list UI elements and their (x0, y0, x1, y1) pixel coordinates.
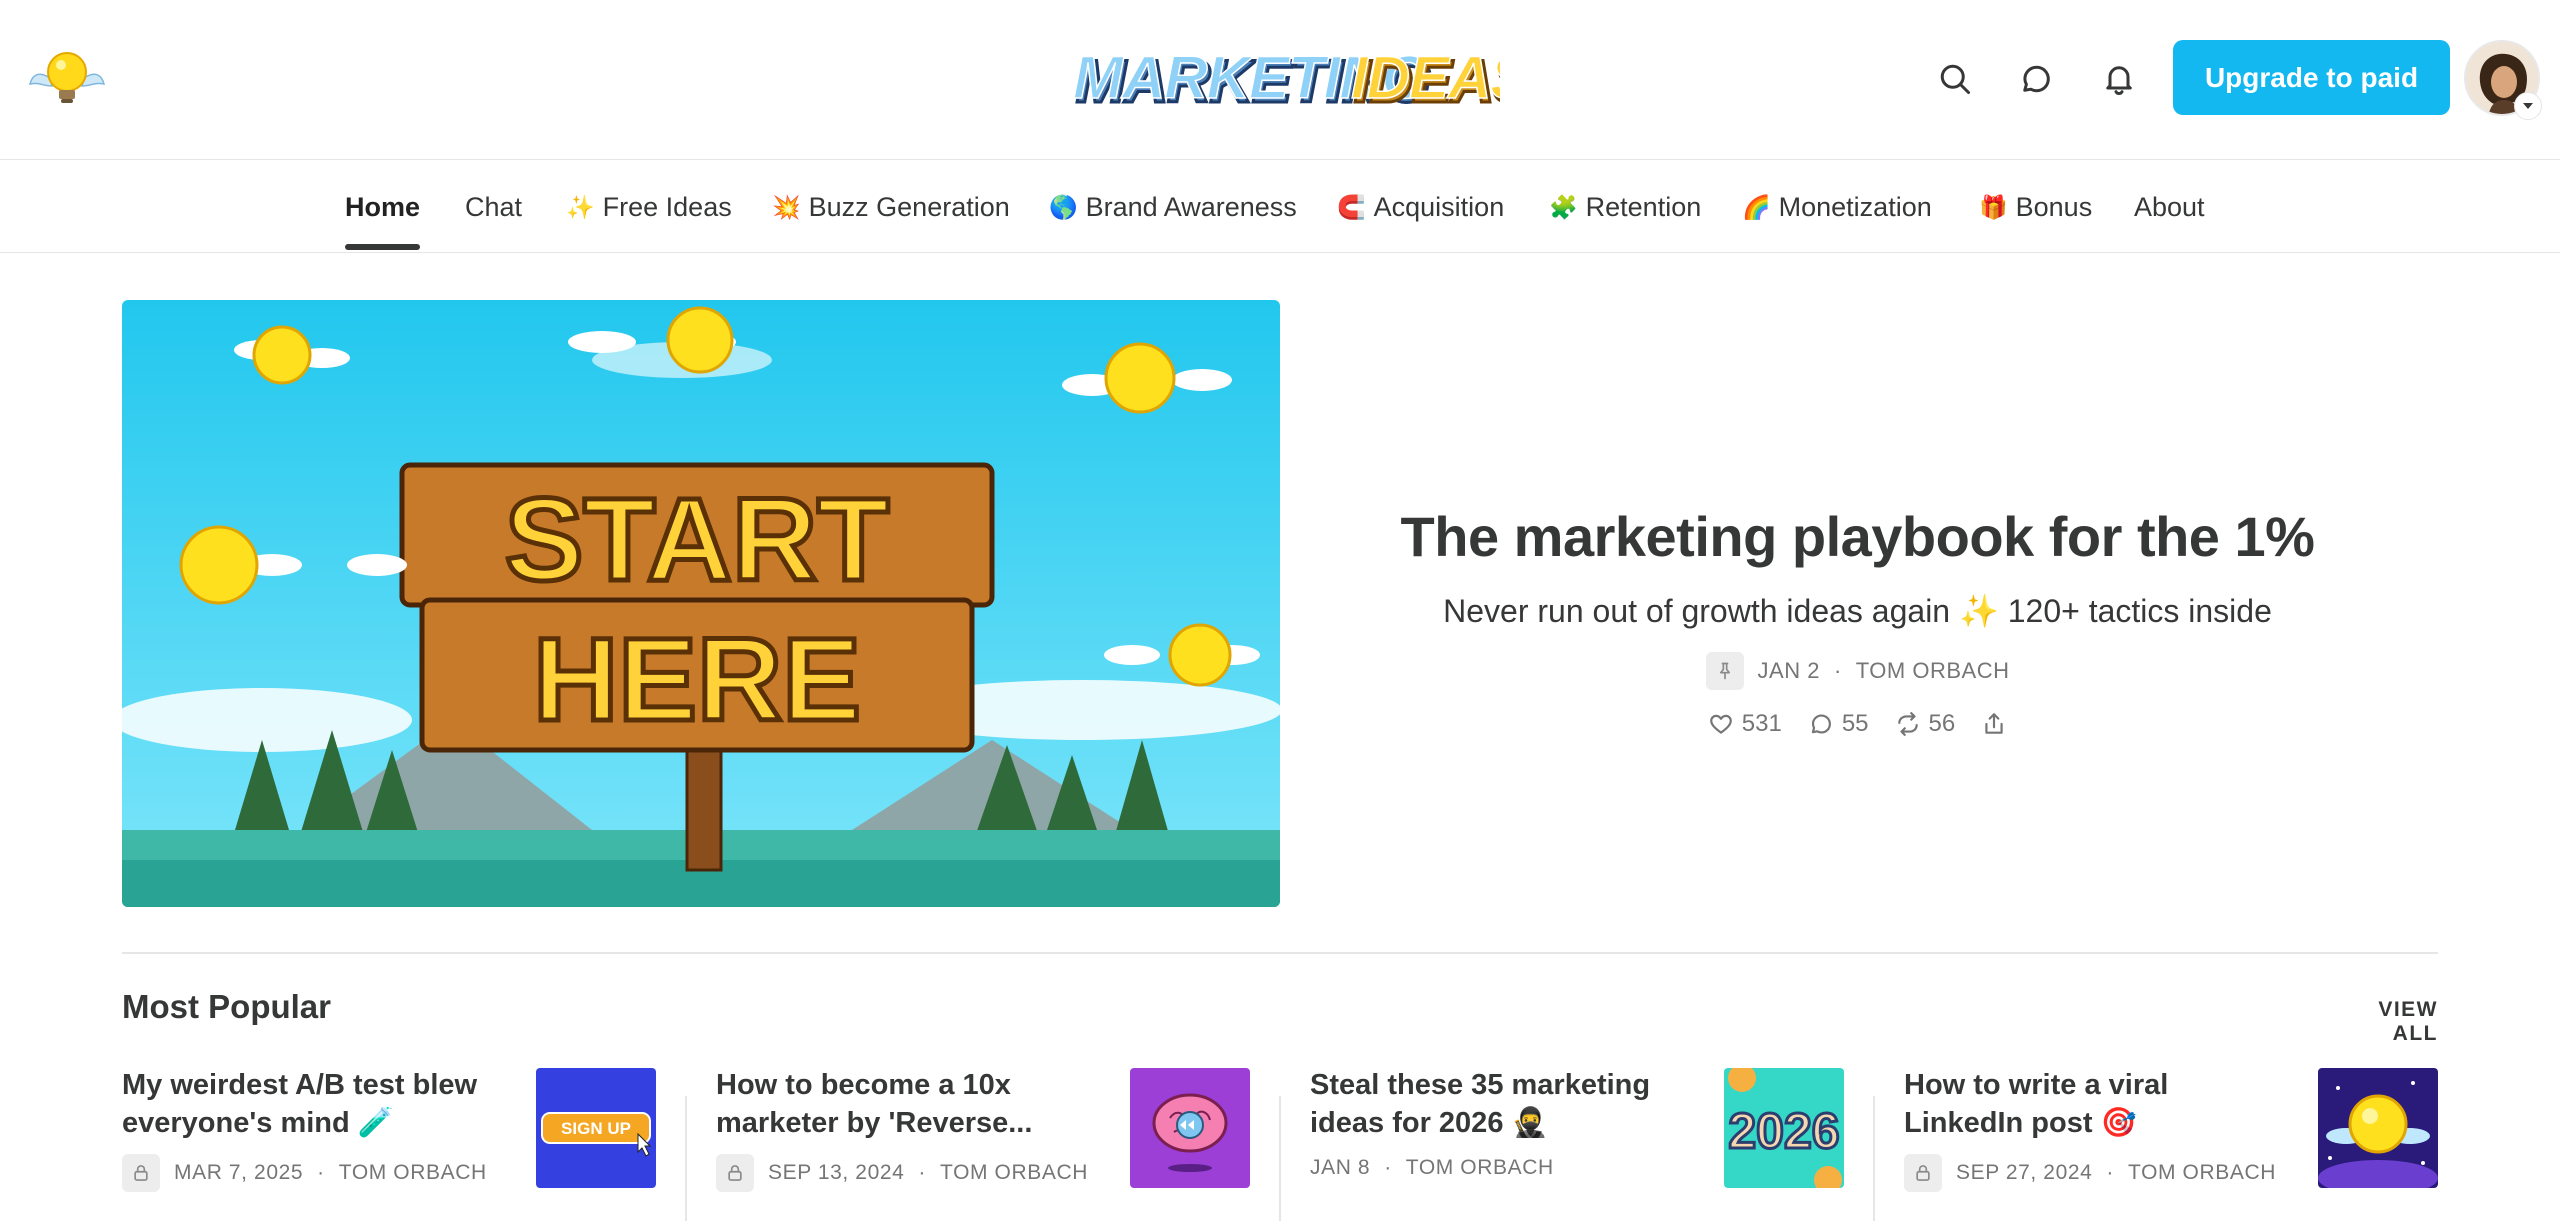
section-divider (122, 952, 2438, 954)
hero-post-stats: 531 55 56 (1330, 710, 2385, 738)
post-title[interactable]: Steal these 35 marketing ideas for 2026 … (1310, 1066, 1690, 1142)
post-meta: SEP 27, 2024 · TOM ORBACH (1904, 1154, 2276, 1192)
meta-separator: · (317, 1161, 325, 1184)
chat-bubble-icon[interactable] (2013, 56, 2059, 102)
post-thumbnail[interactable] (1130, 1068, 1250, 1188)
puzzle-icon: 🧩 (1549, 193, 1578, 220)
nav-label: Home (345, 191, 421, 222)
like-count: 531 (1741, 710, 1782, 737)
active-tab-indicator (345, 244, 420, 250)
post-date: MAR 7, 2025 (174, 1161, 304, 1184)
restack-count: 56 (1928, 710, 1956, 737)
column-divider (685, 1096, 687, 1221)
nav-label: Chat (465, 191, 523, 222)
meta-separator: · (2106, 1161, 2115, 1184)
post-author[interactable]: TOM ORBACH (1406, 1156, 1554, 1180)
post-author[interactable]: TOM ORBACH (1856, 658, 2010, 684)
nav-item-retention[interactable]: 🧩 Retention (1549, 161, 1701, 253)
lock-icon (716, 1154, 754, 1192)
section-nav: Home Chat ✨ Free Ideas 💥 Buzz Generation 🌎… (0, 161, 2560, 253)
post-date: JAN 8 (1310, 1156, 1371, 1179)
meta-separator: · (1384, 1156, 1392, 1179)
comments-button[interactable]: 55 (1808, 710, 1869, 738)
meta-separator: · (1833, 658, 1842, 683)
sign-text-here: HERE (533, 614, 861, 746)
nav-item-acquisition[interactable]: 🧲 Acquisition (1337, 161, 1504, 253)
hero-post-subtitle: Never run out of growth ideas again ✨ 12… (1443, 593, 2272, 629)
bulb-wings-icon[interactable] (28, 40, 106, 118)
lock-icon (122, 1154, 160, 1192)
thumb-label: 2026 (1728, 1103, 1839, 1159)
top-header: MARKETING MARKETING IDEAS IDEAS Upgrade … (0, 0, 2560, 160)
nav-item-about[interactable]: About (2134, 161, 2205, 253)
nav-item-bonus[interactable]: 🎁 Bonus (1979, 161, 2092, 253)
rainbow-icon: 🌈 (1742, 193, 1771, 220)
post-author[interactable]: TOM ORBACH (2128, 1161, 2276, 1185)
thumb-label: SIGN UP (561, 1119, 631, 1138)
globe-icon: 🌎 (1049, 193, 1078, 220)
pin-icon (1705, 652, 1744, 690)
meta-separator: · (918, 1161, 927, 1184)
post-title[interactable]: How to become a 10x marketer by 'Reverse… (716, 1066, 1096, 1142)
post-title[interactable]: My weirdest A/B test blew everyone's min… (122, 1066, 502, 1142)
heart-icon (1709, 714, 1732, 734)
popular-post-card[interactable]: Steal these 35 marketing ideas for 2026 … (1310, 1066, 1850, 1216)
post-meta: SEP 13, 2024 · TOM ORBACH (716, 1154, 1088, 1192)
hero-post-title[interactable]: The marketing playbook for the 1% (1330, 504, 2385, 569)
upgrade-to-paid-button[interactable]: Upgrade to paid (2173, 40, 2450, 115)
view-all-link[interactable]: VIEW ALL (2336, 998, 2438, 1046)
post-thumbnail[interactable]: SIGN UP (536, 1068, 656, 1188)
nav-item-home[interactable]: Home (345, 161, 420, 253)
nav-label: Bonus (2015, 191, 2093, 222)
nav-item-chat[interactable]: Chat (465, 161, 522, 253)
nav-label: About (2134, 191, 2205, 222)
popular-post-card[interactable]: My weirdest A/B test blew everyone's min… (122, 1066, 662, 1216)
column-divider (1873, 1096, 1875, 1221)
site-logo[interactable]: MARKETING MARKETING IDEAS IDEAS (1070, 42, 1536, 116)
chevron-down-icon[interactable] (2514, 92, 2542, 120)
restack-icon (1897, 712, 1918, 736)
nav-item-brand-awareness[interactable]: 🌎 Brand Awareness (1049, 161, 1297, 253)
nav-label: Brand Awareness (1085, 191, 1297, 222)
post-meta: MAR 7, 2025 · TOM ORBACH (122, 1154, 487, 1192)
search-icon[interactable] (1932, 56, 1978, 102)
collision-icon: 💥 (772, 193, 801, 220)
like-button[interactable]: 531 (1708, 710, 1782, 738)
nav-label: Monetization (1778, 191, 1932, 222)
hero-image[interactable]: START HERE (122, 300, 1280, 907)
post-date: SEP 27, 2024 (1956, 1161, 2093, 1184)
nav-item-monetization[interactable]: 🌈 Monetization (1742, 161, 1932, 253)
bell-icon[interactable] (2096, 56, 2142, 102)
nav-label: Buzz Generation (808, 191, 1010, 222)
nav-item-free-ideas[interactable]: ✨ Free Ideas (566, 161, 732, 253)
post-thumbnail[interactable]: 2026 (1724, 1068, 1844, 1188)
post-meta: JAN 8 · TOM ORBACH (1310, 1156, 1554, 1180)
magnet-icon: 🧲 (1337, 193, 1366, 220)
gift-icon: 🎁 (1979, 193, 2008, 220)
comment-icon (1811, 714, 1831, 734)
nav-label: Free Ideas (602, 191, 732, 222)
post-author[interactable]: TOM ORBACH (339, 1161, 487, 1185)
most-popular-heading: Most Popular (122, 988, 332, 1025)
post-date: SEP 13, 2024 (768, 1161, 905, 1184)
nav-label: Retention (1585, 191, 1702, 222)
post-author[interactable]: TOM ORBACH (940, 1161, 1088, 1185)
post-title[interactable]: How to write a viral LinkedIn post 🎯 (1904, 1066, 2284, 1142)
column-divider (1279, 1096, 1281, 1221)
post-date: JAN 2 (1757, 658, 1820, 683)
post-thumbnail[interactable] (2318, 1068, 2438, 1188)
sign-text-start: START (505, 474, 890, 606)
restack-button[interactable]: 56 (1895, 710, 1956, 738)
lock-icon (1904, 1154, 1942, 1192)
nav-item-buzz-generation[interactable]: 💥 Buzz Generation (772, 161, 1010, 253)
share-button[interactable] (1981, 711, 2007, 737)
nav-label: Acquisition (1373, 191, 1505, 222)
popular-post-card[interactable]: How to write a viral LinkedIn post 🎯 SEP… (1904, 1066, 2444, 1216)
popular-post-card[interactable]: How to become a 10x marketer by 'Reverse… (716, 1066, 1256, 1216)
comment-count: 55 (1841, 710, 1869, 737)
hero-post-meta: JAN 2 · TOM ORBACH (1330, 652, 2385, 690)
logo-ideas-highlight: IDEAS (1351, 44, 1500, 111)
share-icon (1985, 713, 2003, 734)
sparkles-icon: ✨ (566, 193, 595, 220)
